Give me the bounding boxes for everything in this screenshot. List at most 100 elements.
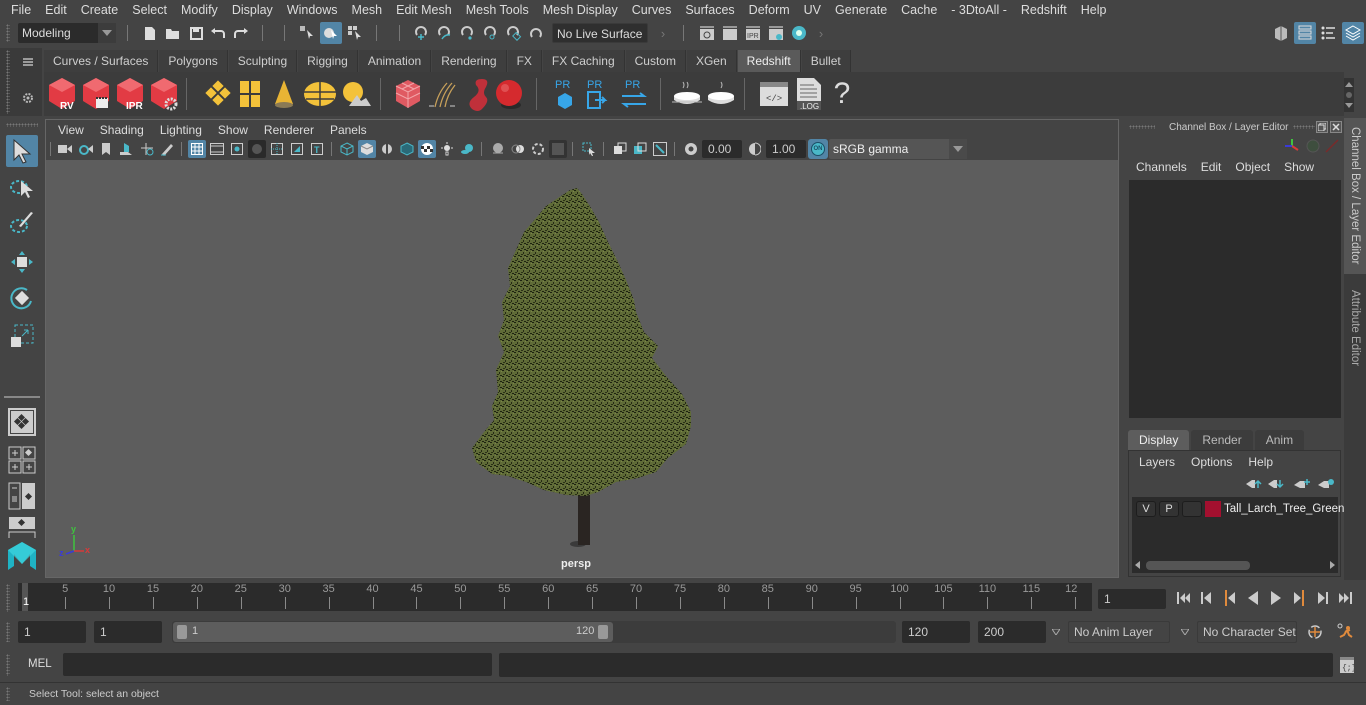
menu-edit[interactable]: Edit: [38, 0, 74, 20]
select-by-hierarchy-icon[interactable]: [297, 23, 317, 43]
shelf-tab-fx-caching[interactable]: FX Caching: [542, 50, 625, 72]
layer-tab-anim[interactable]: Anim: [1254, 430, 1305, 450]
gate-mask-icon[interactable]: [248, 140, 266, 158]
modeling-toolkit-icon[interactable]: [1272, 23, 1290, 43]
menu-generate[interactable]: Generate: [828, 0, 894, 20]
play-backwards-icon[interactable]: [1243, 588, 1263, 608]
step-forward-frame-icon[interactable]: [1312, 588, 1332, 608]
render-view-icon[interactable]: [697, 23, 717, 43]
menu-mesh-display[interactable]: Mesh Display: [536, 0, 625, 20]
redshift-hair-icon[interactable]: [426, 78, 458, 110]
drag-grip[interactable]: [6, 24, 10, 42]
shelf-tab-curves-surfaces[interactable]: Curves / Surfaces: [44, 50, 159, 72]
redshift-log-icon[interactable]: .LOG: [794, 76, 824, 112]
viewport-menu-renderer[interactable]: Renderer: [256, 123, 322, 137]
exposure-icon[interactable]: [682, 140, 700, 158]
live-surface-field[interactable]: No Live Surface: [552, 23, 648, 43]
use-all-lights-icon[interactable]: [438, 140, 456, 158]
layer-name[interactable]: Tall_Larch_Tree_Green: [1224, 501, 1344, 517]
command-input[interactable]: [63, 653, 492, 676]
layer-list-hscrollbar[interactable]: [1132, 559, 1338, 572]
menu-surfaces[interactable]: Surfaces: [678, 0, 741, 20]
scale-tool-icon[interactable]: [6, 320, 38, 352]
shelf-menu-icon[interactable]: [20, 56, 36, 68]
command-language-toggle[interactable]: MEL: [28, 658, 52, 670]
help-icon[interactable]: ?: [830, 76, 854, 112]
snap-to-curve-icon[interactable]: [435, 23, 455, 43]
select-tool-icon[interactable]: [6, 135, 38, 167]
auto-key-icon[interactable]: [1305, 622, 1325, 642]
color-management-toggle[interactable]: ON: [808, 139, 828, 159]
resolution-gate-icon[interactable]: [228, 140, 246, 158]
range-end-handle[interactable]: [598, 625, 608, 639]
redshift-pr-export-icon[interactable]: PR: [584, 76, 612, 112]
script-editor-icon[interactable]: {;}: [1337, 655, 1357, 675]
shelf-tab-animation[interactable]: Animation: [358, 50, 432, 72]
select-camera-icon[interactable]: [56, 140, 74, 158]
new-empty-layer-icon[interactable]: [1293, 477, 1311, 491]
redo-icon[interactable]: [231, 23, 251, 43]
anti-aliasing-icon[interactable]: [529, 140, 547, 158]
depth-of-field-icon[interactable]: [549, 140, 567, 158]
shelf-settings-gear-icon[interactable]: [20, 90, 36, 106]
attribute-editor-toggle-icon[interactable]: [1294, 22, 1316, 44]
make-live-icon[interactable]: [504, 23, 524, 43]
channel-box-toggle-icon[interactable]: [1342, 22, 1364, 44]
step-forward-key-icon[interactable]: [1289, 588, 1309, 608]
ipr-render-icon[interactable]: IPR: [743, 23, 763, 43]
snap-to-projected-center-icon[interactable]: [527, 23, 547, 43]
snap-to-point-icon[interactable]: [458, 23, 478, 43]
paint-select-tool-icon[interactable]: [6, 208, 38, 240]
tab-channel-box-layer-editor[interactable]: Channel Box / Layer Editor: [1344, 118, 1366, 274]
change-display-icon[interactable]: [1324, 138, 1340, 154]
playback-end-field[interactable]: 120: [902, 621, 970, 643]
channel-box-menu-edit[interactable]: Edit: [1194, 160, 1229, 174]
menu-file[interactable]: File: [4, 0, 38, 20]
redshift-proxy-icon[interactable]: [392, 78, 424, 110]
redshift-render-settings-icon[interactable]: [148, 76, 180, 112]
textured-icon[interactable]: [418, 140, 436, 158]
shelf-tab-rigging[interactable]: Rigging: [298, 50, 358, 72]
move-layer-up-icon[interactable]: [1245, 477, 1263, 491]
channel-box-menu-channels[interactable]: Channels: [1129, 160, 1194, 174]
shadows-icon[interactable]: [458, 140, 476, 158]
persp-graph-layout-icon[interactable]: [6, 516, 38, 538]
redshift-sphere-icon[interactable]: [492, 76, 526, 112]
redshift-volume-icon[interactable]: [460, 76, 492, 112]
step-back-key-icon[interactable]: [1220, 588, 1240, 608]
collapse-arrow-icon[interactable]: ›: [658, 23, 668, 43]
redshift-portal-light-icon[interactable]: [238, 78, 262, 110]
character-set-field[interactable]: No Character Set: [1197, 621, 1297, 643]
layer-tab-display[interactable]: Display: [1128, 430, 1190, 450]
float-panel-icon[interactable]: [1316, 121, 1328, 133]
menu-edit-mesh[interactable]: Edit Mesh: [389, 0, 459, 20]
command-line-grip[interactable]: [6, 654, 10, 676]
keyframe-status-icon[interactable]: [1305, 138, 1321, 154]
motion-blur-icon[interactable]: [509, 140, 527, 158]
wireframe-icon[interactable]: [338, 140, 356, 158]
hypershade-icon[interactable]: [789, 23, 809, 43]
shelf-tab-polygons[interactable]: Polygons: [159, 50, 228, 72]
character-set-dropdown-arrow-icon[interactable]: [1179, 624, 1191, 640]
xray-joints-icon[interactable]: [651, 140, 669, 158]
viewport-menu-lighting[interactable]: Lighting: [152, 123, 210, 137]
select-by-component-type-icon[interactable]: [345, 23, 365, 43]
four-view-layout-icon[interactable]: [6, 444, 38, 476]
safe-action-icon[interactable]: [288, 140, 306, 158]
menu-modify[interactable]: Modify: [174, 0, 225, 20]
menu-cache[interactable]: Cache: [894, 0, 944, 20]
lasso-tool-icon[interactable]: [6, 172, 38, 204]
select-by-object-type-icon[interactable]: [320, 22, 342, 44]
snap-to-view-plane-icon[interactable]: [481, 23, 501, 43]
collapse-arrow-icon[interactable]: ›: [816, 23, 826, 43]
redshift-script-editor-icon[interactable]: </>: [758, 78, 790, 110]
open-scene-icon[interactable]: [163, 23, 183, 43]
new-layer-from-selection-icon[interactable]: [1317, 477, 1335, 491]
animation-preferences-icon[interactable]: [1334, 621, 1356, 643]
menu-curves[interactable]: Curves: [625, 0, 679, 20]
render-settings-icon[interactable]: [766, 23, 786, 43]
menu-deform[interactable]: Deform: [742, 0, 797, 20]
shelf-scroll-buttons[interactable]: [1344, 78, 1354, 112]
exposure-field[interactable]: 0.00: [702, 140, 742, 158]
animation-start-field[interactable]: 1: [18, 621, 86, 643]
